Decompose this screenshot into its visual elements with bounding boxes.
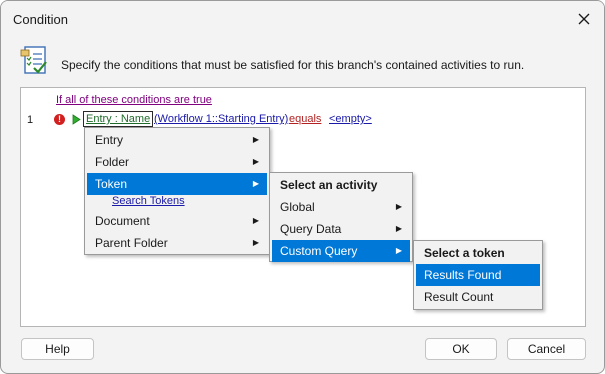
- title-bar: Condition: [1, 1, 604, 37]
- chevron-right-icon: ▶: [395, 202, 402, 211]
- menu-item-label: Document: [95, 214, 150, 228]
- menu-item-label: Query Data: [280, 222, 342, 236]
- chevron-right-icon: ▶: [252, 238, 259, 247]
- cancel-button[interactable]: Cancel: [507, 338, 586, 360]
- menu-item-label: Folder: [95, 155, 130, 169]
- close-icon: [578, 13, 590, 25]
- condition-group-link[interactable]: If all of these conditions are true: [56, 94, 212, 106]
- condition-dialog: Condition Specify the conditions that mu…: [0, 0, 605, 374]
- chevron-right-icon: ▶: [252, 157, 259, 166]
- token-menu: Select a token Results Found Result Coun…: [413, 240, 543, 310]
- chevron-right-icon: ▶: [252, 216, 259, 225]
- checklist-icon: [20, 46, 47, 74]
- menu-item-label: Entry: [95, 133, 124, 147]
- menu-item-label: Results Found: [424, 268, 502, 282]
- field-menu: Entry ▶ Folder ▶ Token ▶ Search Tokens D…: [84, 127, 270, 255]
- row-number: 1: [27, 114, 34, 126]
- condition-field[interactable]: Entry : Name: [83, 111, 154, 127]
- menu-item-parent-folder[interactable]: Parent Folder ▶: [87, 232, 267, 254]
- help-button[interactable]: Help: [21, 338, 94, 360]
- chevron-right-icon: ▶: [252, 179, 259, 188]
- activity-menu-heading: Select an activity: [280, 178, 378, 192]
- chevron-right-icon: ▶: [252, 135, 259, 144]
- menu-item-query-data[interactable]: Query Data ▶: [272, 218, 410, 240]
- instruction-text: Specify the conditions that must be sati…: [61, 58, 525, 72]
- menu-item-results-found[interactable]: Results Found: [416, 264, 540, 286]
- menu-item-label: Global: [280, 200, 315, 214]
- error-icon: !: [54, 114, 65, 125]
- condition-value[interactable]: <empty>: [329, 113, 372, 125]
- token-menu-heading: Select a token: [424, 246, 505, 260]
- play-icon: [72, 114, 81, 125]
- menu-item-document[interactable]: Document ▶: [87, 210, 267, 232]
- chevron-right-icon: ▶: [395, 246, 402, 255]
- menu-item-label: Result Count: [424, 290, 494, 304]
- condition-operator[interactable]: equals: [289, 113, 321, 125]
- condition-source[interactable]: (Workflow 1::Starting Entry): [154, 113, 288, 125]
- menu-item-label: Custom Query: [280, 244, 358, 258]
- menu-item-folder[interactable]: Folder ▶: [87, 151, 267, 173]
- menu-item-entry[interactable]: Entry ▶: [87, 129, 267, 151]
- search-tokens-link[interactable]: Search Tokens: [112, 195, 185, 207]
- chevron-right-icon: ▶: [395, 224, 402, 233]
- dialog-title: Condition: [13, 12, 68, 27]
- ok-button[interactable]: OK: [425, 338, 497, 360]
- menu-item-token[interactable]: Token ▶: [87, 173, 267, 195]
- close-button[interactable]: [574, 9, 594, 29]
- activity-menu: Select an activity Global ▶ Query Data ▶…: [269, 172, 413, 262]
- menu-item-label: Parent Folder: [95, 236, 168, 250]
- menu-item-label: Token: [95, 177, 128, 191]
- menu-item-global[interactable]: Global ▶: [272, 196, 410, 218]
- menu-item-result-count[interactable]: Result Count: [416, 286, 540, 308]
- instruction-area: Specify the conditions that must be sati…: [1, 37, 604, 83]
- menu-item-custom-query[interactable]: Custom Query ▶: [272, 240, 410, 262]
